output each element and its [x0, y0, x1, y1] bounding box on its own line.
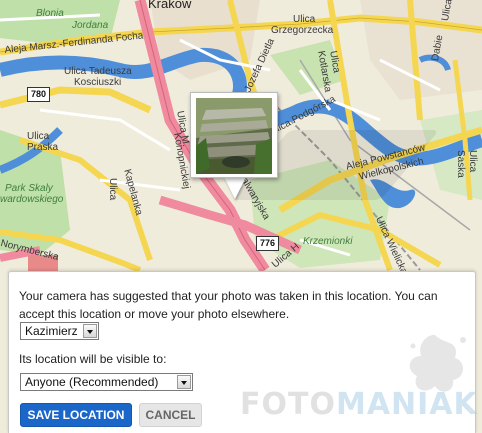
map-label-saska-2: Saska: [455, 150, 466, 178]
map-label-tadeusza-1: Ulica Tadeusza: [64, 66, 132, 77]
map-label-park-1: Park Skaly: [5, 183, 53, 194]
place-select-value: Kazimierz: [25, 324, 78, 338]
chevron-down-icon: [177, 375, 191, 389]
chevron-down-icon: [83, 324, 97, 338]
map-label-blonia: Blonia: [36, 8, 64, 19]
route-780-shield: 780: [27, 87, 51, 102]
map-label-kapelanka-1: Ulica: [107, 178, 118, 201]
photo-thumbnail: [196, 98, 272, 174]
photo-marker-pointer: [224, 177, 246, 199]
map-label-saska-1: Ulica: [467, 150, 478, 173]
map-label-praska-2: Praska: [27, 142, 59, 153]
cancel-button[interactable]: CANCEL: [139, 403, 202, 427]
location-suggestion-message: Your camera has suggested that your phot…: [19, 289, 438, 321]
splash-icon: [409, 334, 466, 392]
map-label-grzegorzecka-1: Ulica: [293, 14, 316, 25]
map-label-krzemionki: Krzemionki: [303, 236, 353, 247]
map-label-tadeusza-2: Kosciuszki: [74, 77, 122, 88]
watermark-part1: FOTO: [240, 387, 336, 422]
map-city-label: Krakow: [148, 0, 192, 11]
save-location-button[interactable]: SAVE LOCATION: [20, 403, 132, 427]
map-label-grzegorzecka-2: Grzegorzecka: [271, 25, 334, 36]
visibility-select[interactable]: Anyone (Recommended): [20, 373, 193, 391]
place-select[interactable]: Kazimierz: [20, 322, 99, 340]
map-label-praska-1: Ulica: [27, 131, 50, 142]
route-776-shield: 776: [256, 236, 280, 251]
map-label-jordana: Jordana: [72, 20, 109, 31]
visibility-select-value: Anyone (Recommended): [25, 375, 159, 389]
visibility-label: Its location will be visible to:: [19, 352, 167, 366]
map-label-park-2: wardowskiego: [0, 194, 64, 205]
photo-marker[interactable]: [190, 92, 278, 178]
